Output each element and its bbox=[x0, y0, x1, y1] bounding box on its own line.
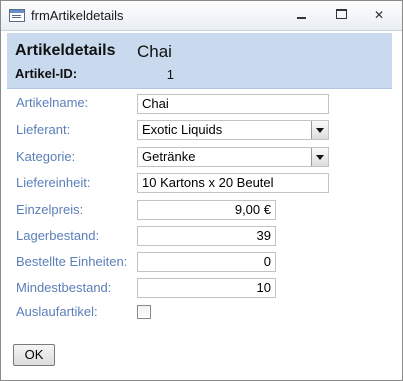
einzelpreis-label: Einzelpreis: bbox=[16, 202, 84, 217]
close-button[interactable]: ✕ bbox=[365, 4, 393, 26]
einzelpreis-field[interactable]: 9,00 € bbox=[137, 200, 276, 220]
liefereinheit-field[interactable]: 10 Kartons x 20 Beutel bbox=[137, 173, 329, 193]
product-id-label: Artikel-ID: bbox=[15, 66, 78, 81]
maximize-button[interactable] bbox=[327, 4, 355, 26]
lieferant-combobox[interactable]: Exotic Liquids bbox=[137, 120, 329, 140]
lieferant-value: Exotic Liquids bbox=[142, 122, 223, 137]
artikelname-field[interactable]: Chai bbox=[137, 94, 329, 114]
kategorie-label: Kategorie: bbox=[16, 149, 76, 164]
mindestbestand-label: Mindestbestand: bbox=[16, 280, 112, 295]
auslaufartikel-label: Auslaufartikel: bbox=[16, 304, 98, 319]
minimize-icon bbox=[296, 17, 306, 19]
form-window: frmArtikeldetails ✕ Artikeldetails Chai … bbox=[0, 0, 403, 381]
liefereinheit-label: Liefereinheit: bbox=[16, 175, 91, 190]
form-body: Artikeldetails Chai Artikel-ID: 1 Artike… bbox=[1, 31, 402, 380]
mindestbestand-field[interactable]: 10 bbox=[137, 278, 276, 298]
lagerbestand-field[interactable]: 39 bbox=[137, 226, 276, 246]
title-bar[interactable]: frmArtikeldetails ✕ bbox=[1, 1, 402, 31]
kategorie-combobox[interactable]: Getränke bbox=[137, 147, 329, 167]
form-header: Artikeldetails Chai Artikel-ID: 1 bbox=[7, 33, 392, 89]
ok-button[interactable]: OK bbox=[13, 344, 55, 366]
chevron-down-icon[interactable] bbox=[311, 121, 328, 139]
window-title: frmArtikeldetails bbox=[31, 8, 124, 23]
header-caption: Artikeldetails bbox=[15, 42, 116, 59]
lagerbestand-label: Lagerbestand: bbox=[16, 228, 100, 243]
minimize-button[interactable] bbox=[287, 4, 315, 26]
kategorie-value: Getränke bbox=[142, 149, 196, 164]
lieferant-label: Lieferant: bbox=[16, 122, 71, 137]
product-id-value: 1 bbox=[166, 67, 174, 82]
bestellte-einheiten-field[interactable]: 0 bbox=[137, 252, 276, 272]
chevron-down-icon[interactable] bbox=[311, 148, 328, 166]
header-product-name: Chai bbox=[137, 42, 172, 61]
bestellte-einheiten-label: Bestellte Einheiten: bbox=[16, 254, 128, 269]
auslaufartikel-checkbox[interactable] bbox=[137, 305, 151, 319]
form-icon bbox=[9, 9, 25, 22]
close-icon: ✕ bbox=[373, 8, 385, 22]
artikelname-label: Artikelname: bbox=[16, 95, 89, 110]
maximize-icon bbox=[335, 9, 347, 19]
